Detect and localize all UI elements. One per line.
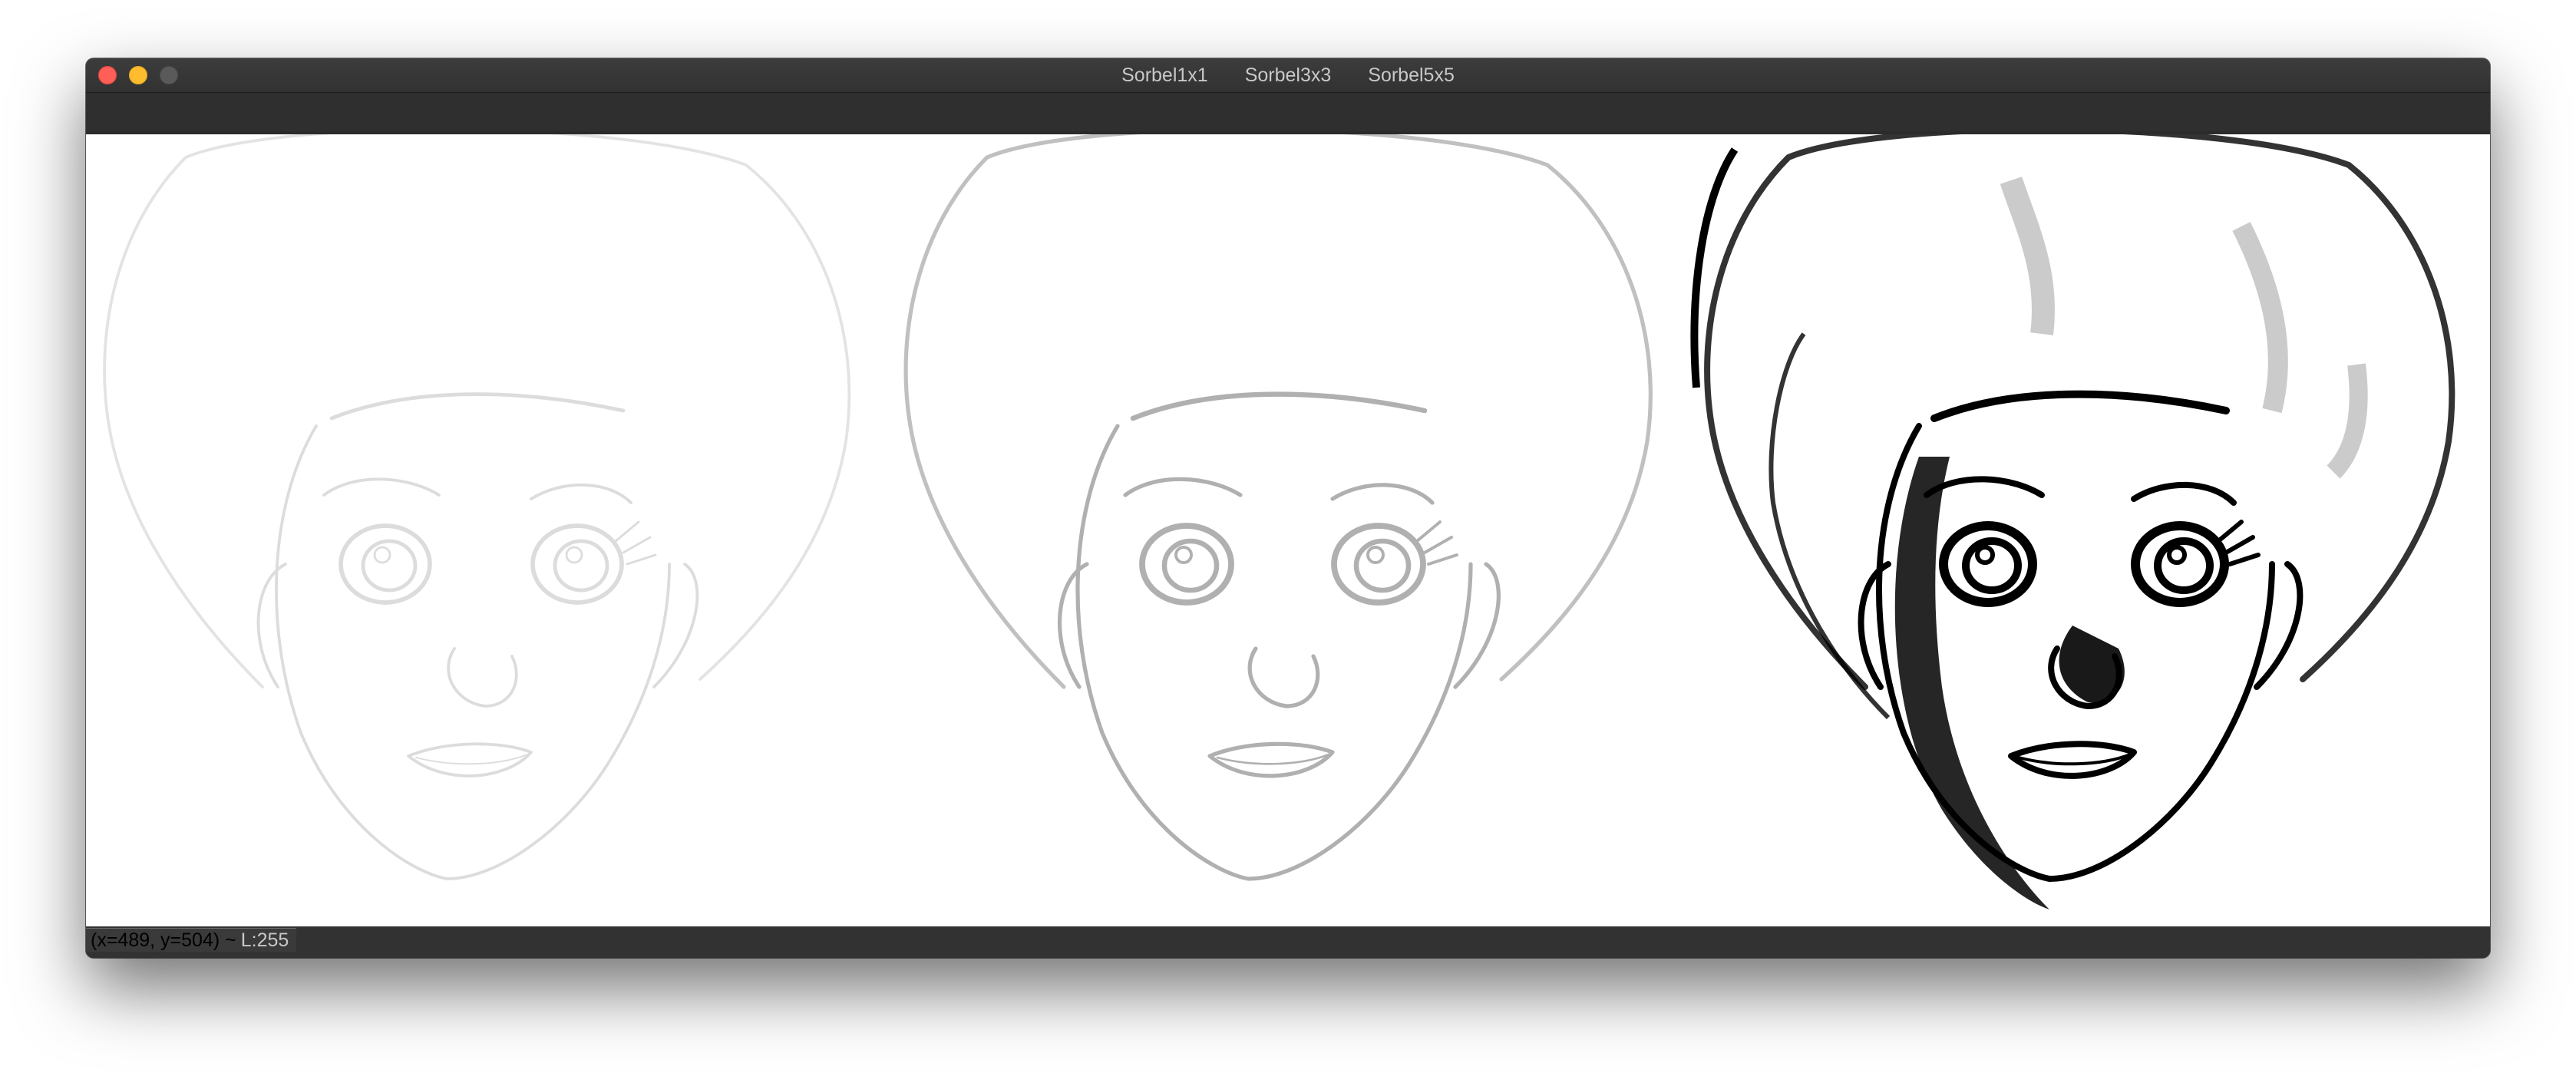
- right-ear: [652, 563, 699, 688]
- titlebar: Sorbel1x1 Sorbel3x3 Sorbel5x5: [86, 58, 2490, 93]
- sorbel1x1-image: [86, 134, 887, 926]
- hair-outline: [103, 134, 851, 688]
- window-title: Sorbel1x1 Sorbel3x3 Sorbel5x5: [86, 58, 2490, 92]
- title-sorbel5x5: Sorbel5x5: [1368, 64, 1455, 86]
- left-ear: [256, 563, 287, 688]
- hair-outline: [903, 134, 1653, 689]
- face-outline: [275, 424, 671, 880]
- forehead-line: [1130, 391, 1428, 421]
- sorbel5x5-image: [1689, 134, 2490, 926]
- toolbar: [86, 93, 2490, 131]
- forehead-line: [1930, 390, 2230, 422]
- right-ear: [1453, 562, 1501, 689]
- status-bar: (x=489, y=504) ~ L:255: [86, 926, 2490, 958]
- forehead-line: [329, 392, 626, 421]
- cursor-coordinates: (x=489, y=504) ~: [91, 929, 236, 951]
- left-brow: [322, 477, 441, 497]
- pixel-level: L:255: [240, 929, 289, 951]
- right-brow: [1330, 483, 1435, 505]
- nose: [447, 647, 518, 708]
- image-canvas[interactable]: [86, 134, 2490, 926]
- hair-outline: [1704, 134, 2455, 690]
- nose: [1247, 646, 1320, 708]
- left-brow: [1123, 477, 1243, 497]
- face-outline: [1075, 424, 1473, 881]
- app-window: Sorbel1x1 Sorbel3x3 Sorbel5x5 (x=489, y=…: [86, 58, 2490, 958]
- title-sorbel1x1: Sorbel1x1: [1121, 64, 1208, 86]
- pixel-readout: (x=489, y=504) ~ L:255: [86, 928, 297, 952]
- right-brow: [2131, 481, 2237, 506]
- title-sorbel3x3: Sorbel3x3: [1244, 64, 1332, 86]
- right-brow: [530, 483, 632, 504]
- sorbel3x3-image: [887, 134, 1689, 926]
